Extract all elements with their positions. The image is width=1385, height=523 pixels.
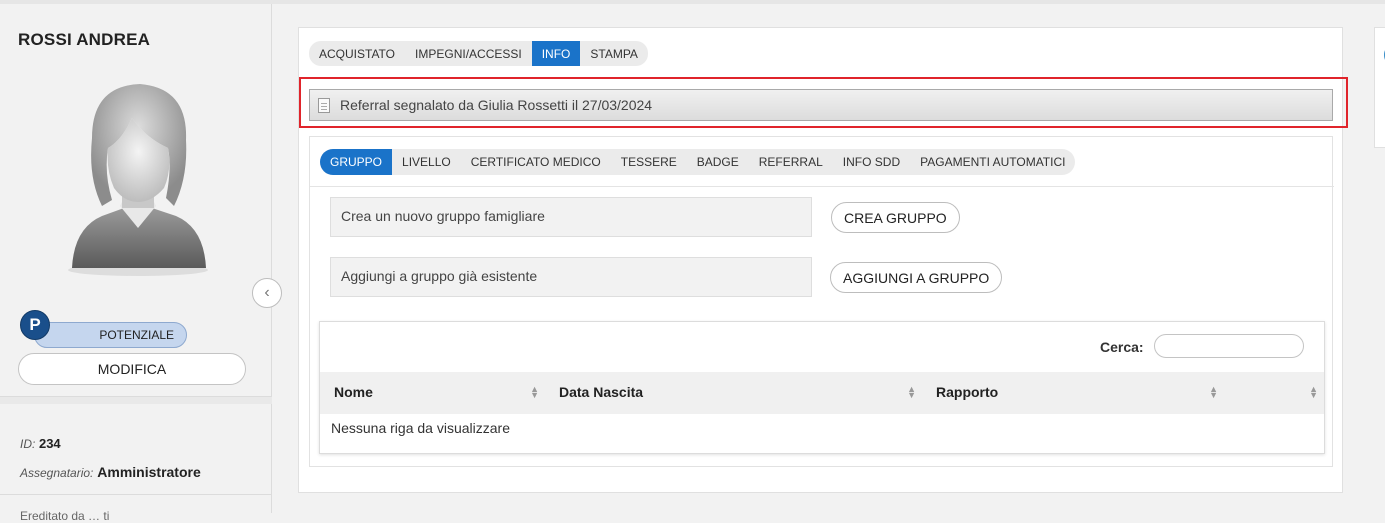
create-group-button[interactable]: CREA GRUPPO [831,202,960,233]
tab-info-sdd[interactable]: INFO SDD [833,149,910,175]
column-header-label: Rapporto [936,384,999,400]
column-header-label: Nome [334,384,373,400]
group-panel: GRUPPO LIVELLO CERTIFICATO MEDICO TESSER… [309,136,1334,467]
search-input[interactable] [1154,334,1304,358]
column-header-nome[interactable]: Nome ▲ ▼ [320,372,545,414]
sub-tabs: GRUPPO LIVELLO CERTIFICATO MEDICO TESSER… [320,149,1076,175]
sidebar-cut-text: Ereditato da … ti [20,509,110,523]
tab-impegni-accessi[interactable]: IMPEGNI/ACCESSI [405,41,532,66]
referral-notice: Referral segnalato da Giulia Rossetti il… [309,89,1333,121]
right-panel-edge: ( [1374,27,1385,148]
tab-livello[interactable]: LIVELLO [392,149,461,175]
sort-icon: ▲ ▼ [1209,384,1218,400]
tab-pagamenti-automatici[interactable]: PAGAMENTI AUTOMATICI [910,149,1075,175]
tab-stampa[interactable]: STAMPA [580,41,648,66]
table-header: Nome ▲ ▼ Data Nascita ▲ ▼ Rapporto ▲ ▼ ▲ ▼ [320,372,1324,414]
collapse-sidebar-button[interactable]: ‹ [252,278,282,308]
column-header-label: Data Nascita [559,384,644,400]
profile-id: ID: 234 [20,436,61,451]
edit-profile-button[interactable]: MODIFICA [18,353,246,385]
add-to-group-label: Aggiungi a gruppo già esistente [330,257,812,297]
assignee-label: Assegnatario: [20,466,94,480]
sort-icon: ▲ ▼ [1309,384,1318,400]
chevron-left-icon: ‹ [264,284,270,301]
search-label: Cerca: [1100,339,1144,355]
status-badge: POTENZIALE [34,322,187,348]
profile-sidebar: ROSSI ANDREA P POTENZIALE MODIFICA ID: 2… [0,4,272,523]
tab-gruppo[interactable]: GRUPPO [320,149,393,175]
add-to-group-button[interactable]: AGGIUNGI A GRUPPO [830,262,1003,293]
info-panel: ACQUISTATO IMPEGNI/ACCESSI INFO STAMPA R… [298,27,1348,493]
profile-id-label: ID: [20,437,36,451]
sort-icon: ▲ ▼ [907,384,916,400]
tab-tessere[interactable]: TESSERE [611,149,687,175]
document-icon [318,97,330,113]
tab-acquistato[interactable]: ACQUISTATO [309,41,405,66]
profile-name: ROSSI ANDREA [18,30,151,49]
referral-text: Referral segnalato da Giulia Rossetti il… [340,97,653,113]
tab-badge[interactable]: BADGE [687,149,749,175]
profile-id-value: 234 [38,436,61,451]
column-header-actions[interactable]: ▲ ▼ [1224,372,1324,414]
create-group-label: Crea un nuovo gruppo famigliare [330,197,812,237]
table-empty-message: Nessuna riga da visualizzare [331,420,510,436]
tab-certificato-medico[interactable]: CERTIFICATO MEDICO [461,149,611,175]
profile-assignee: Assegnatario: Amministratore [20,464,201,480]
sidebar-divider-bottom [0,494,272,495]
column-header-rapporto[interactable]: Rapporto ▲ ▼ [922,372,1224,414]
tab-info[interactable]: INFO [531,41,581,66]
group-members-table: Cerca: Nome ▲ ▼ Data Nascita ▲ ▼ Rapporto … [319,321,1325,454]
avatar-icon [68,84,208,276]
sort-icon: ▲ ▼ [530,384,539,400]
status-indicator: P POTENZIALE [20,310,190,348]
status-initial-badge: P [20,310,50,340]
tabs-divider [310,186,1334,187]
tab-referral[interactable]: REFERRAL [749,149,833,175]
assignee-value: Amministratore [97,464,201,480]
top-tabs: ACQUISTATO IMPEGNI/ACCESSI INFO STAMPA [309,41,648,66]
column-header-data-nascita[interactable]: Data Nascita ▲ ▼ [545,372,922,414]
sidebar-divider [0,396,272,404]
